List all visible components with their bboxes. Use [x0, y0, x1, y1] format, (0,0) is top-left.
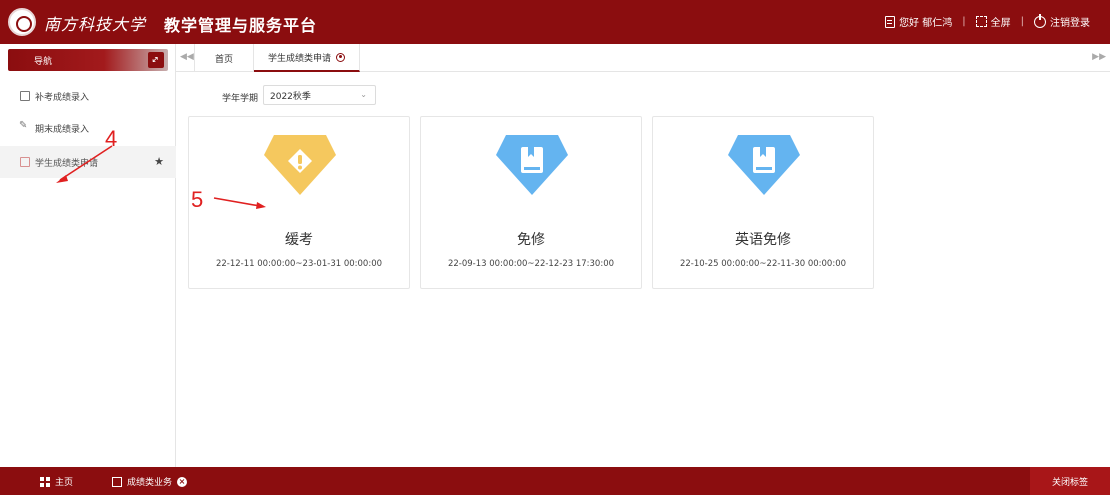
- document-icon: [20, 157, 30, 167]
- sidebar-item-makeup-grade-entry[interactable]: 补考成绩录入: [0, 80, 176, 112]
- term-label: 学年学期: [222, 94, 259, 104]
- term-select-value: 2022秋季: [270, 91, 311, 102]
- nav-header: 导航 ↔: [8, 49, 168, 71]
- sidebar: 导航 ↔ 补考成绩录入 期末成绩录入 学生成绩类申请 ★: [0, 44, 176, 467]
- star-icon[interactable]: ★: [154, 155, 164, 168]
- home-button[interactable]: 主页: [40, 475, 73, 488]
- top-header: 南方科技大学 教学管理与服务平台 您好 郁仁鸿 | 全屏 | 注销登录: [0, 0, 1110, 44]
- document-icon: [20, 91, 30, 101]
- user-greeting-text: 您好 郁仁鸿: [899, 18, 953, 29]
- close-tab-icon[interactable]: [336, 52, 345, 62]
- grid-icon: [40, 476, 50, 487]
- tab-bar: ◀◀ 首页 学生成绩类申请 ▶▶: [176, 44, 1110, 72]
- close-tabs-button[interactable]: 关闭标签: [1030, 467, 1110, 495]
- bottom-taskbar: 主页 成绩类业务 × 关闭标签: [0, 467, 1110, 495]
- header-separator: |: [1020, 16, 1024, 27]
- sidebar-item-label: 补考成绩录入: [35, 92, 90, 103]
- pen-icon: [19, 120, 30, 133]
- tabs-scroll-left-icon[interactable]: ◀◀: [180, 52, 194, 62]
- expand-nav-button[interactable]: ↔: [148, 52, 164, 68]
- annotation-step-5: 5: [191, 187, 204, 212]
- sidebar-item-label: 期末成绩录入: [35, 124, 90, 135]
- tab-home-label: 首页: [214, 54, 233, 65]
- business-tab-label: 成绩类业务: [127, 478, 173, 488]
- university-name: 南方科技大学: [44, 15, 147, 34]
- term-select[interactable]: 2022秋季 ⌄: [263, 85, 376, 105]
- tabs-scroll-right-icon[interactable]: ▶▶: [1092, 52, 1106, 62]
- book-icon: [496, 135, 568, 195]
- university-logo-icon: [8, 8, 36, 36]
- expand-arrows-icon: ↔: [149, 53, 163, 67]
- card-english-exemption[interactable]: 英语免修 22-10-25 00:00:00~22-11-30 00:00:00: [652, 116, 874, 289]
- card-time-range: 22-12-11 00:00:00~23-01-31 00:00:00: [215, 259, 383, 269]
- tab-home[interactable]: 首页: [194, 44, 254, 72]
- tab-active-label: 学生成绩类申请: [267, 53, 331, 64]
- user-doc-icon: [885, 15, 896, 28]
- card-title: 英语免修: [735, 232, 791, 248]
- tab-student-grade-application[interactable]: 学生成绩类申请: [254, 44, 360, 72]
- card-title: 免修: [517, 232, 545, 248]
- annotation-arrow-4: [56, 145, 113, 183]
- nav-title: 导航: [34, 57, 53, 67]
- home-label: 主页: [55, 478, 74, 488]
- close-tabs-label: 关闭标签: [1051, 477, 1088, 488]
- close-icon[interactable]: ×: [177, 476, 188, 487]
- document-icon: [112, 476, 122, 487]
- book-icon: [728, 135, 800, 195]
- system-title: 教学管理与服务平台: [164, 16, 318, 35]
- header-actions: 您好 郁仁鸿 | 全屏 | 注销登录: [885, 13, 1090, 29]
- fullscreen-button[interactable]: 全屏: [975, 14, 1011, 29]
- card-time-range: 22-10-25 00:00:00~22-11-30 00:00:00: [679, 259, 847, 269]
- card-course-exemption[interactable]: 免修 22-09-13 00:00:00~22-12-23 17:30:00: [420, 116, 642, 289]
- logout-button[interactable]: 注销登录: [1034, 13, 1090, 29]
- header-separator: |: [962, 16, 966, 27]
- fullscreen-icon: [975, 16, 987, 27]
- business-tab[interactable]: 成绩类业务 ×: [112, 475, 188, 488]
- warning-icon: [264, 135, 336, 195]
- fullscreen-label: 全屏: [990, 18, 1011, 29]
- annotation-arrow-5: [213, 197, 266, 209]
- user-greeting[interactable]: 您好 郁仁鸿: [885, 14, 952, 29]
- logout-label: 注销登录: [1050, 18, 1090, 29]
- card-time-range: 22-09-13 00:00:00~22-12-23 17:30:00: [447, 259, 615, 269]
- power-icon: [1034, 13, 1046, 28]
- card-title: 缓考: [285, 232, 313, 248]
- chevron-down-icon: ⌄: [360, 90, 367, 99]
